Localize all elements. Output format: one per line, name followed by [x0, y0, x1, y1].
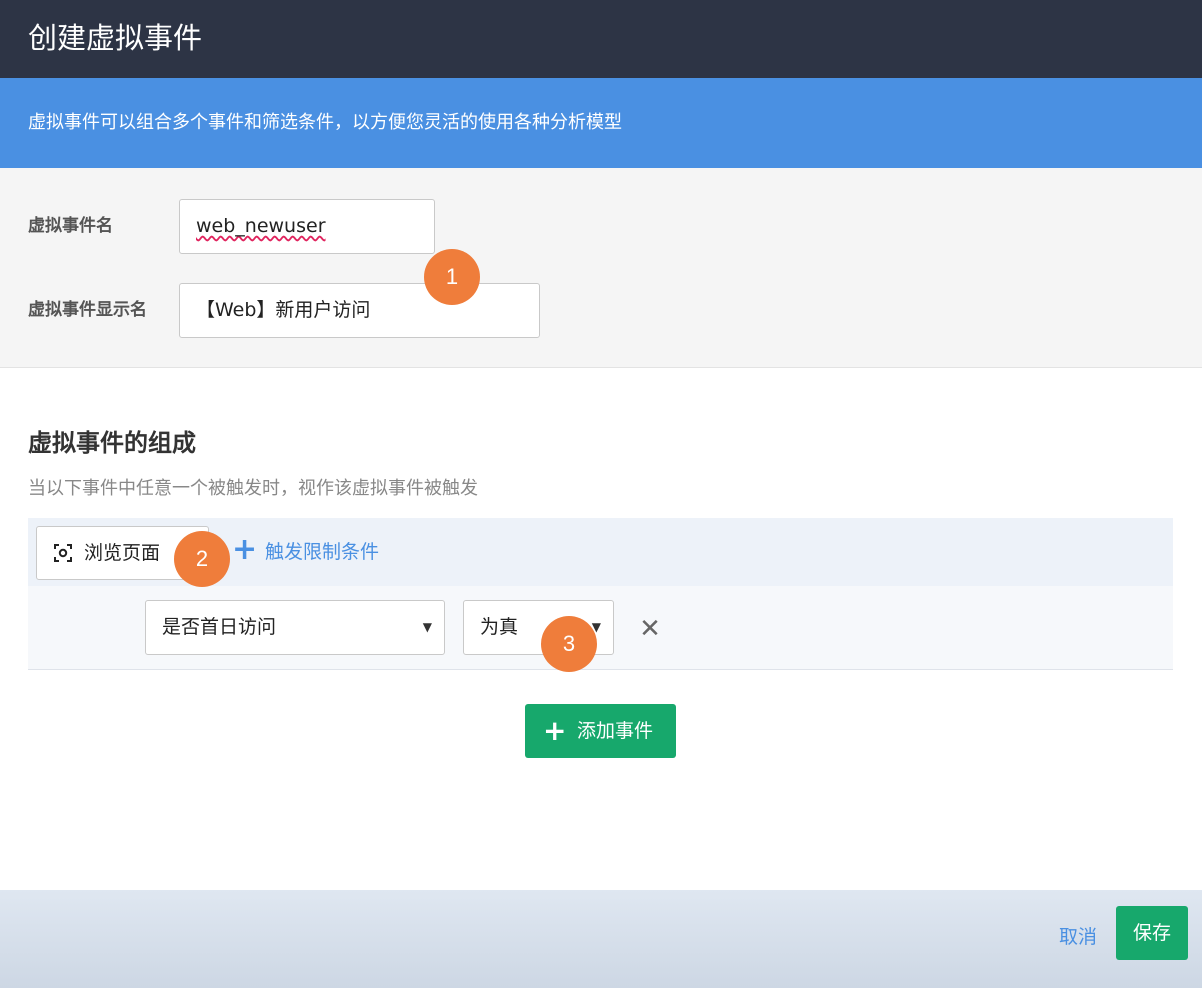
condition-field-select[interactable]: 是否首日访问 ▼ [145, 600, 445, 655]
add-event-label: 添加事件 [577, 720, 654, 742]
remove-condition-icon[interactable]: ✕ [638, 614, 662, 644]
plus-icon: + [232, 532, 258, 567]
event-display-name-input[interactable]: 【Web】新用户访问 [179, 283, 540, 338]
cancel-button[interactable]: 取消 [1059, 923, 1097, 951]
add-trigger-condition-label: 触发限制条件 [265, 541, 380, 563]
condition-field-value: 是否首日访问 [162, 616, 277, 638]
condition-operator-value: 为真 [480, 616, 519, 638]
annotation-badge-2: 2 [174, 531, 230, 587]
composition-description: 当以下事件中任意一个被触发时，视作该虚拟事件被触发 [28, 478, 478, 499]
info-banner: 虚拟事件可以组合多个事件和筛选条件，以方便您灵活的使用各种分析模型 [0, 78, 1202, 168]
event-select-label: 浏览页面 [84, 542, 161, 564]
dialog-title: 创建虚拟事件 [28, 21, 203, 55]
caret-down-icon: ▼ [422, 620, 432, 634]
event-name-value: web_newuser [196, 215, 326, 237]
annotation-badge-3: 3 [541, 616, 597, 672]
plus-icon: + [543, 714, 567, 747]
add-event-button[interactable]: + 添加事件 [525, 704, 676, 758]
annotation-badge-1: 1 [424, 249, 480, 305]
scan-icon [51, 527, 75, 579]
dialog-footer [0, 890, 1202, 988]
event-name-input[interactable]: web_newuser [179, 199, 435, 254]
dialog-header: 创建虚拟事件 [0, 0, 1202, 78]
event-name-label: 虚拟事件名 [28, 216, 113, 236]
event-display-name-label: 虚拟事件显示名 [28, 300, 147, 320]
save-button[interactable]: 保存 [1116, 906, 1188, 960]
composition-title: 虚拟事件的组成 [28, 429, 196, 457]
info-text: 虚拟事件可以组合多个事件和筛选条件，以方便您灵活的使用各种分析模型 [28, 112, 622, 133]
basic-info-form [0, 168, 1202, 368]
